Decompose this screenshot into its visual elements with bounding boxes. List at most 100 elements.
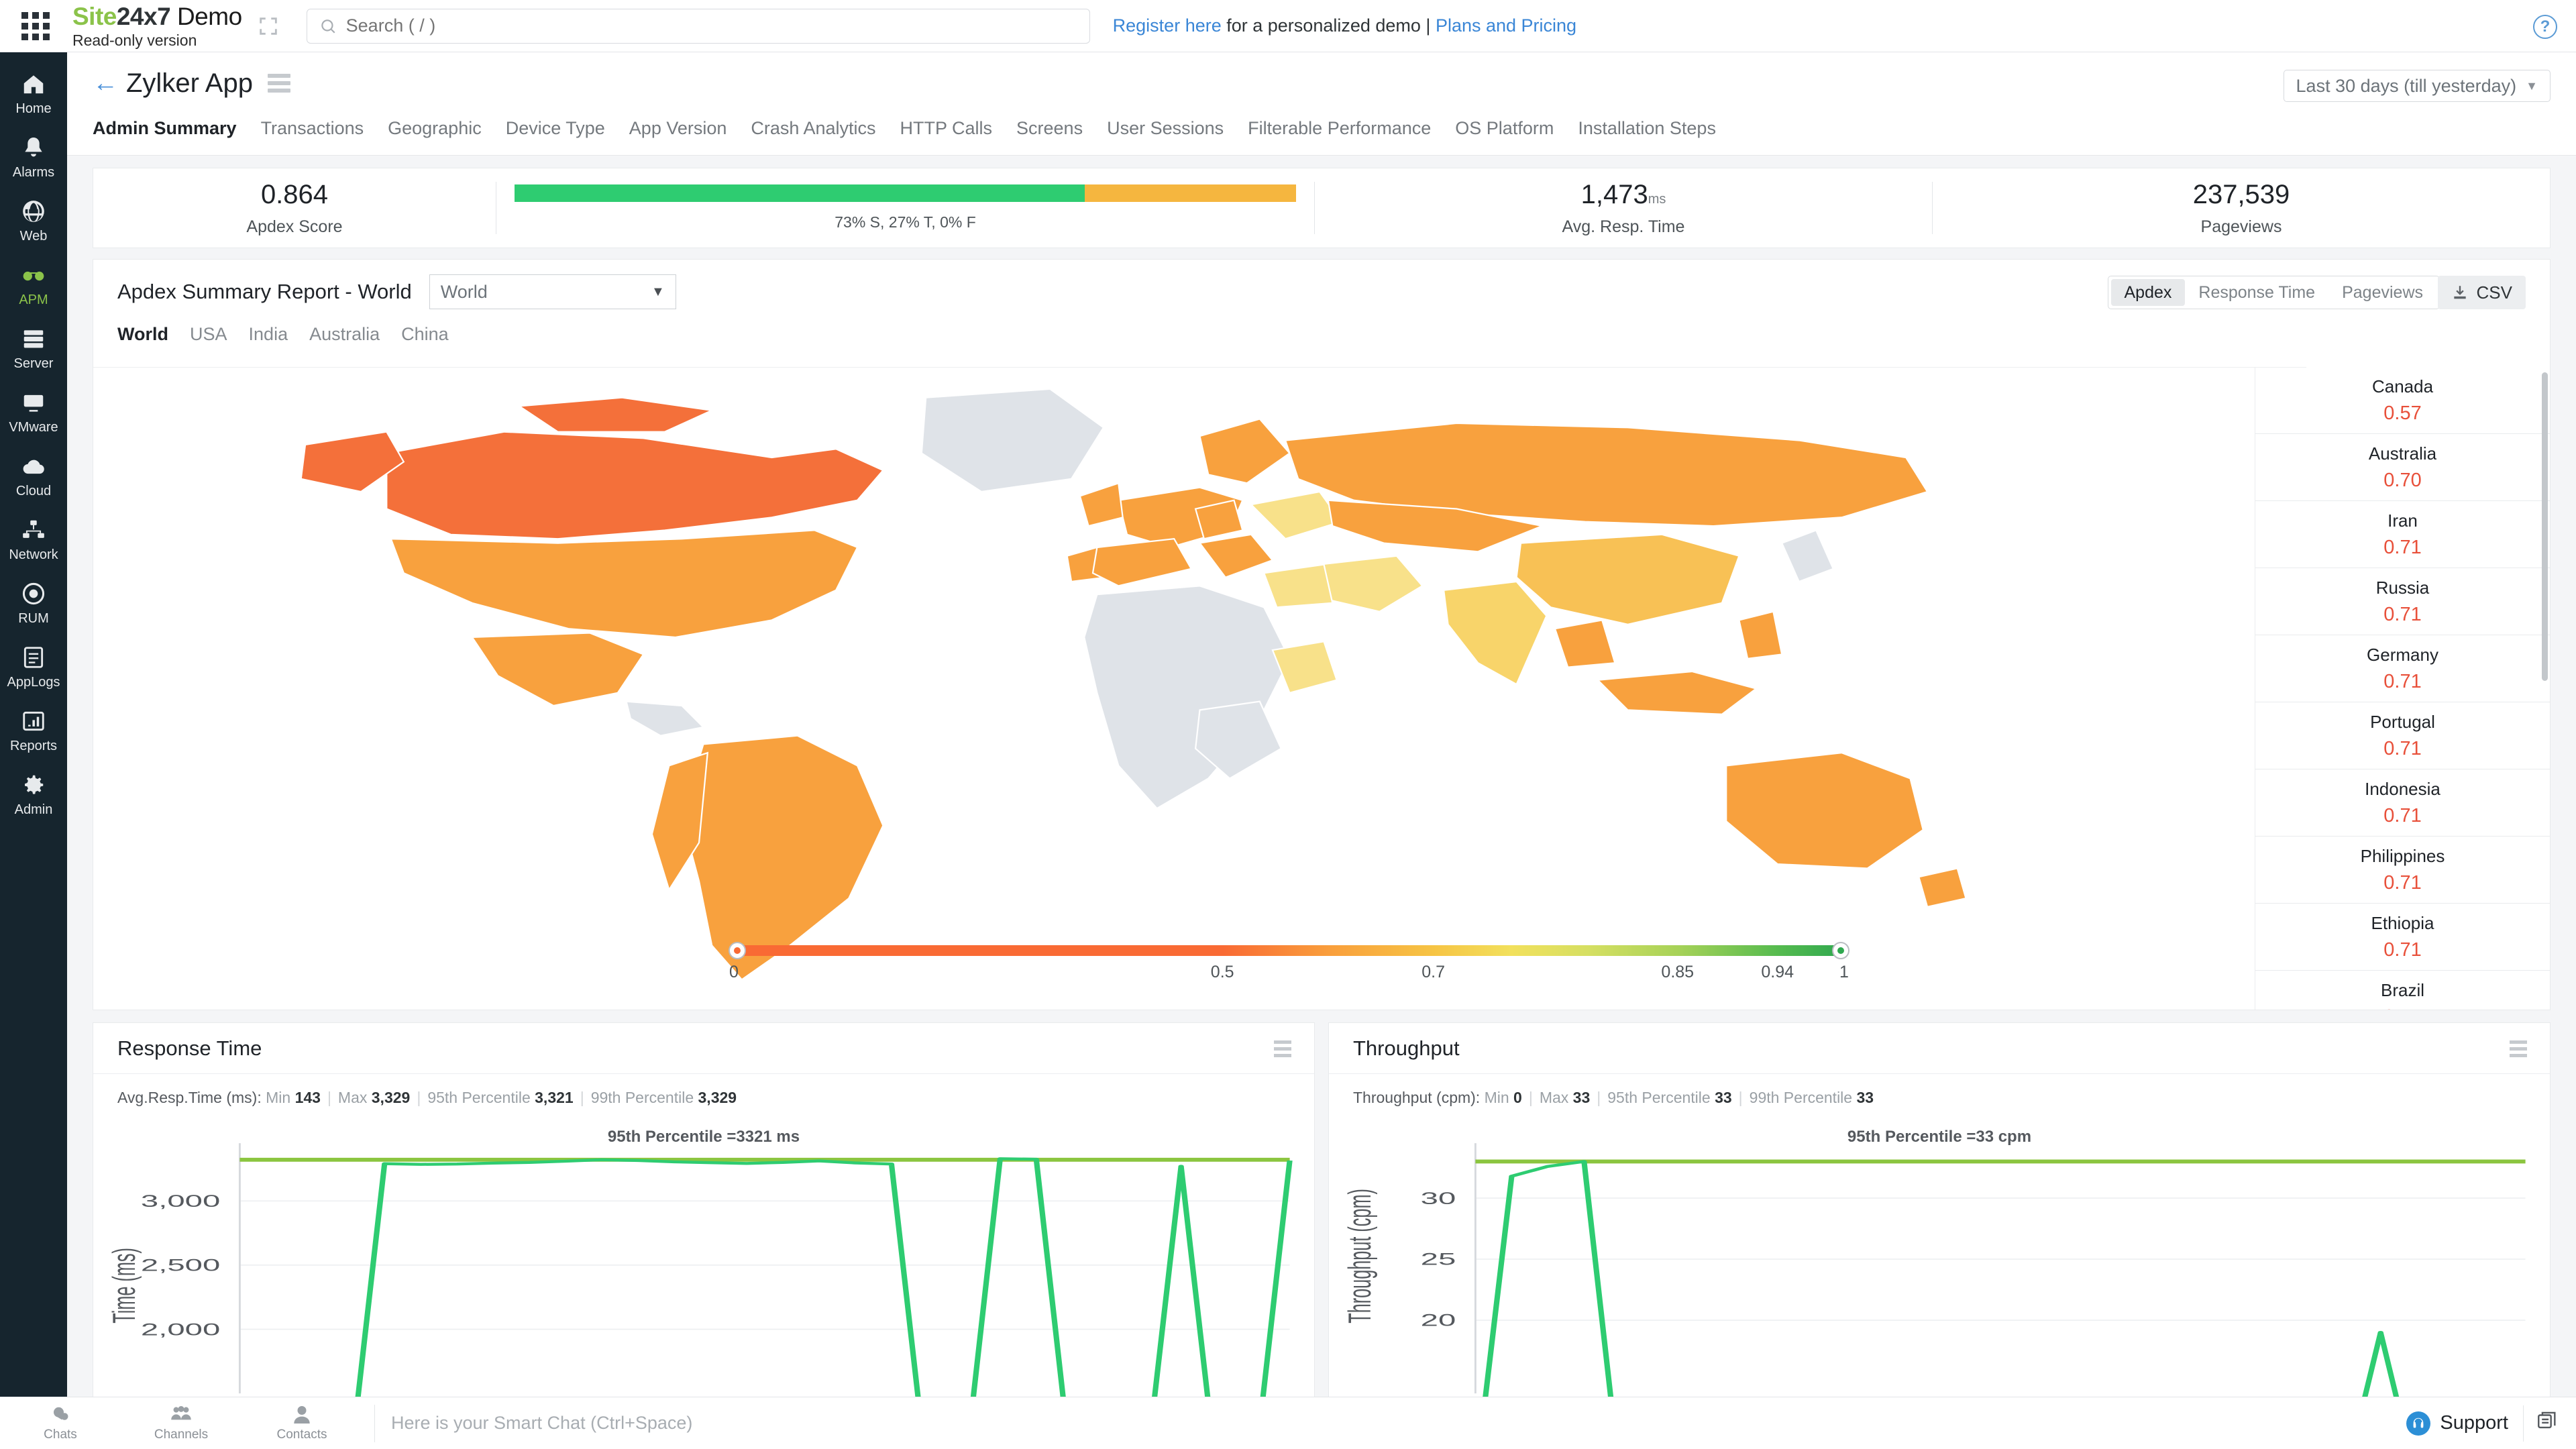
region-subtab-australia[interactable]: Australia [299,324,390,349]
hamburger-icon[interactable] [267,74,290,93]
sidebar-item-admin[interactable]: Admin [0,761,67,825]
metric-button-apdex[interactable]: Apdex [2110,279,2186,306]
throughput-plot[interactable]: 95th Percentile =33 cpm 20 25 30 Throughput… [1329,1124,2550,1397]
panel-menu-icon[interactable] [1274,1040,1291,1057]
apps-grid-icon[interactable] [15,11,56,40]
sidebar-item-vmware[interactable]: VMware [0,379,67,443]
tab-crash-analytics[interactable]: Crash Analytics [739,114,888,150]
footer-label: Channels [154,1427,209,1442]
server-icon [0,325,67,353]
region-subtab-world[interactable]: World [117,324,179,349]
country-row[interactable]: Australia 0.70 [2255,434,2550,501]
tab-bar: Admin Summary Transactions Geographic Devic… [67,114,2576,156]
kpi-pageviews: 237,539 Pageviews [1933,180,2550,237]
sidebar-item-reports[interactable]: Reports [0,698,67,761]
response-time-plot[interactable]: 95th Percentile =3321 ms 2,000 2,500 3,000… [93,1124,1314,1397]
sidebar-item-web[interactable]: Web [0,188,67,252]
footer-bar: Chats Channels Contacts Here is your Sma… [0,1397,2576,1449]
country-row[interactable]: Philippines 0.71 [2255,837,2550,904]
legend-tick: 0.94 [1761,963,1794,981]
legend-gradient-bar [734,945,1844,956]
pageviews-label: Pageviews [2200,217,2282,236]
panels-icon[interactable] [2536,1409,2559,1437]
region-subtab-china[interactable]: China [390,324,460,349]
smart-chat-input[interactable]: Here is your Smart Chat (Ctrl+Space) [374,1404,2392,1442]
sidebar-item-network[interactable]: Network [0,506,67,570]
sidebar-item-server[interactable]: Server [0,315,67,379]
sidebar-item-cloud[interactable]: Cloud [0,443,67,506]
country-list-scrollbar[interactable] [2542,372,2548,681]
support-button[interactable]: Support [2392,1405,2524,1442]
brand-24x7: 24x7 [116,2,171,30]
tab-admin-summary[interactable]: Admin Summary [93,114,249,150]
country-row[interactable]: Ethiopia 0.71 [2255,904,2550,971]
stats-p99-value: 33 [1856,1089,1874,1106]
legend-tick: 1 [1839,963,1849,981]
stats-max-label: Max [1539,1089,1569,1106]
brand-logo[interactable]: Site24x7 Demo Read-only version [72,4,242,48]
panel-header: Response Time [93,1023,1314,1074]
svg-text:2,500: 2,500 [141,1256,220,1275]
panel-title: Response Time [117,1036,262,1060]
country-row[interactable]: Russia 0.71 [2255,568,2550,635]
register-link[interactable]: Register here [1113,15,1222,36]
sidebar-item-home[interactable]: Home [0,60,67,124]
tab-screens[interactable]: Screens [1004,114,1095,150]
sidebar-item-alarms[interactable]: Alarms [0,124,67,188]
country-name: Portugal [2370,711,2435,732]
country-row[interactable]: Germany 0.71 [2255,635,2550,702]
region-subtab-india[interactable]: India [238,324,299,349]
stats-p95-label: 95th Percentile [427,1089,531,1106]
footer-item-chats[interactable]: Chats [0,1405,121,1442]
sidebar-item-rum[interactable]: RUM [0,570,67,634]
tab-app-version[interactable]: App Version [617,114,739,150]
country-apdex-value: 0.71 [2383,871,2422,894]
country-row[interactable]: Iran 0.71 [2255,501,2550,568]
tab-device-type[interactable]: Device Type [494,114,617,150]
csv-export-button[interactable]: CSV [2437,276,2526,309]
plans-pricing-link[interactable]: Plans and Pricing [1436,15,1576,36]
region-select[interactable]: World ▼ [429,274,676,309]
footer-item-contacts[interactable]: Contacts [241,1405,362,1442]
country-row[interactable]: Canada 0.57 [2255,367,2550,434]
legend-handle-max[interactable] [1832,942,1849,959]
tab-filterable-performance[interactable]: Filterable Performance [1236,114,1443,150]
region-subtab-usa[interactable]: USA [179,324,238,349]
date-range-picker[interactable]: Last 30 days (till yesterday) ▼ [2283,70,2551,102]
tab-user-sessions[interactable]: User Sessions [1095,114,1236,150]
panel-title: Throughput [1353,1036,1460,1060]
metric-button-response-time[interactable]: Response Time [2185,279,2328,306]
stats-max-value: 3,329 [371,1089,411,1106]
tab-installation-steps[interactable]: Installation Steps [1566,114,1728,150]
tab-transactions[interactable]: Transactions [249,114,376,150]
expand-icon[interactable] [257,15,280,38]
sidebar-item-label: APM [19,292,48,307]
metric-button-pageviews[interactable]: Pageviews [2328,279,2436,306]
search-input[interactable] [345,15,1077,36]
globe-icon [0,197,67,225]
back-arrow-icon[interactable]: ← [93,70,118,96]
tab-os-platform[interactable]: OS Platform [1443,114,1566,150]
stats-max-label: Max [337,1089,368,1106]
contact-icon [241,1405,362,1425]
search-box[interactable] [306,8,1090,44]
sidebar-item-applogs[interactable]: AppLogs [0,634,67,698]
legend-tick: 0 [729,963,739,981]
help-icon[interactable]: ? [2533,15,2557,39]
page-header: ← Zylker App Last 30 days (till yesterda… [67,52,2576,114]
footer-item-channels[interactable]: Channels [121,1405,241,1442]
footer-label: Contacts [276,1427,327,1442]
panel-menu-icon[interactable] [2510,1040,2527,1057]
country-row[interactable]: Portugal 0.71 [2255,702,2550,769]
country-apdex-list[interactable]: Canada 0.57 Australia 0.70 Iran 0.71 Russia 0.7… [2255,367,2550,1010]
country-row[interactable]: Indonesia 0.71 [2255,769,2550,837]
tab-http-calls[interactable]: HTTP Calls [888,114,1004,150]
legend-handle-min[interactable] [729,942,746,959]
sidebar-item-apm[interactable]: APM [0,252,67,315]
country-row[interactable]: Brazil 0.71 [2255,971,2550,1010]
kpi-avg-resp-time: 1,473ms Avg. Resp. Time [1315,180,1932,237]
headset-icon [2406,1411,2431,1436]
tab-geographic[interactable]: Geographic [376,114,494,150]
svg-text:30: 30 [1421,1189,1456,1208]
world-map[interactable] [93,368,2306,1010]
